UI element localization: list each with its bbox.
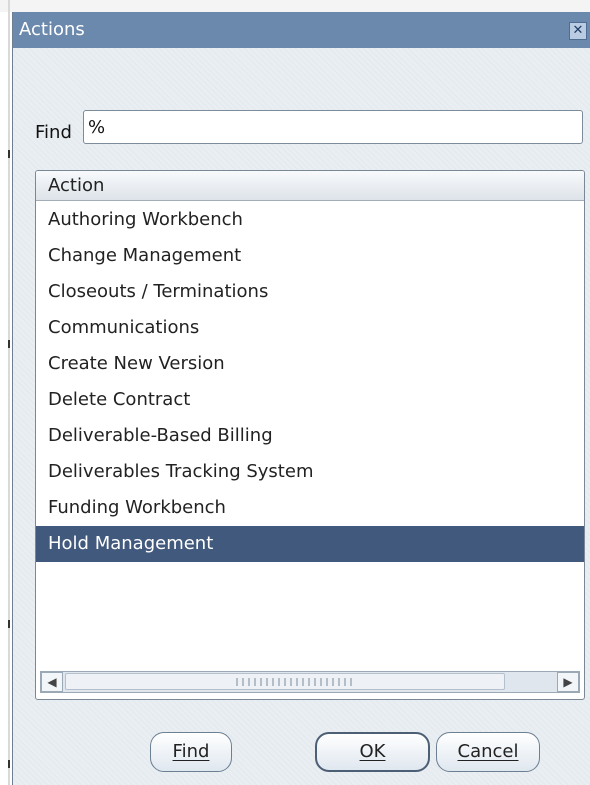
grip-icon	[236, 678, 356, 686]
ok-button[interactable]: OK	[315, 732, 430, 772]
close-icon[interactable]: ✕	[569, 22, 587, 40]
scroll-right-icon[interactable]: ▶	[557, 672, 579, 692]
list-item[interactable]: Authoring Workbench	[36, 202, 584, 238]
list-item[interactable]: Closeouts / Terminations	[36, 274, 584, 310]
horizontal-scrollbar[interactable]: ◀ ▶	[40, 671, 580, 693]
list-rows: Authoring Workbench Change Management Cl…	[36, 202, 584, 562]
actions-list[interactable]: Action Authoring Workbench Change Manage…	[35, 170, 585, 700]
actions-dialog: Actions ✕ Find Action Authoring Workbenc…	[12, 12, 590, 785]
background-window-edge	[8, 0, 10, 785]
scroll-left-icon[interactable]: ◀	[41, 672, 63, 692]
list-item[interactable]: Change Management	[36, 238, 584, 274]
list-item[interactable]: Delete Contract	[36, 382, 584, 418]
cancel-button-label: Cancel	[457, 741, 519, 762]
cancel-button[interactable]: Cancel	[436, 732, 540, 772]
column-header-action[interactable]: Action	[36, 171, 584, 201]
ok-button-label: OK	[359, 741, 386, 762]
list-item[interactable]: Deliverables Tracking System	[36, 454, 584, 490]
list-item[interactable]: Funding Workbench	[36, 490, 584, 526]
scroll-thumb[interactable]	[65, 673, 505, 690]
window-title: Actions	[19, 19, 85, 40]
find-input[interactable]	[83, 110, 583, 144]
title-bar[interactable]: Actions ✕	[13, 12, 590, 48]
find-button[interactable]: Find	[150, 732, 232, 772]
list-item[interactable]: Create New Version	[36, 346, 584, 382]
find-label: Find	[35, 122, 72, 143]
edge-tick	[8, 620, 10, 628]
background-window-strip	[0, 0, 590, 12]
find-button-label: Find	[172, 741, 210, 762]
list-item[interactable]: Hold Management	[36, 526, 584, 562]
edge-tick	[8, 150, 10, 158]
list-item[interactable]: Communications	[36, 310, 584, 346]
list-item[interactable]: Deliverable-Based Billing	[36, 418, 584, 454]
edge-tick	[8, 760, 10, 768]
edge-tick	[8, 340, 10, 348]
